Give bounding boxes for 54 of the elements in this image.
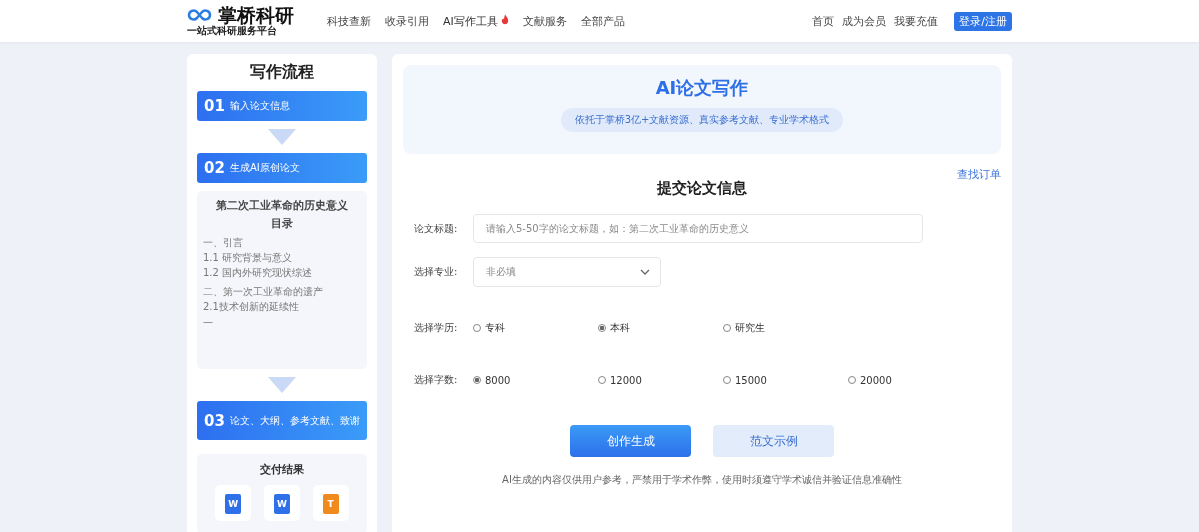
nav-link[interactable]: 文献服务 — [522, 13, 567, 29]
step-label: 论文、大纲、参考文献、致谢 — [229, 414, 360, 427]
step-number: 03 — [204, 411, 225, 430]
radio-option[interactable]: 15000 — [723, 374, 848, 386]
step-label: 生成AI原创论文 — [229, 162, 300, 174]
header-link[interactable]: 成为会员 — [842, 13, 887, 29]
login-button[interactable]: 登录/注册 — [954, 11, 1012, 31]
hero-subtitle: 依托于掌桥3亿+文献资源、真实参考文献、专业学术格式 — [560, 108, 844, 132]
find-order-link[interactable]: 查找订单 — [957, 167, 1001, 182]
outline-line: 1.2 国内外研究现状综述 — [203, 266, 314, 280]
file-icon: W — [225, 494, 242, 514]
nav-link[interactable]: 收录引用 — [385, 13, 429, 29]
form-title: 提交论文信息 — [656, 179, 748, 198]
major-select[interactable]: 非必填 — [473, 257, 661, 287]
step-number: 01 — [204, 97, 225, 115]
field-label: 选择字数: — [414, 373, 459, 387]
sidebar-title: 写作流程 — [250, 62, 314, 83]
sample-button[interactable]: 范文示例 — [713, 425, 834, 457]
radio-option[interactable]: 本科 — [598, 321, 723, 335]
slogan: 一站式科研服务平台 — [187, 25, 277, 37]
radio-option[interactable]: 8000 — [473, 374, 598, 386]
file-icon: T — [322, 494, 339, 514]
down-arrow-icon — [268, 377, 296, 393]
file-icon: W — [274, 494, 290, 514]
logo-text[interactable]: 掌桥科研 — [218, 5, 294, 25]
title-input-field[interactable]: 请输入5-50字的论文标题，如：第二次工业革命的历史意义 — [473, 214, 923, 243]
field-label: 选择专业: — [414, 265, 459, 279]
hero-title: AI论文写作 — [655, 76, 749, 100]
nav-link[interactable]: 全部产品 — [580, 13, 625, 29]
nav-link[interactable]: 科技查新 — [327, 13, 371, 29]
disclaimer-text: AI生成的内容仅供用户参考，严禁用于学术作弊，使用时须遵守学术诚信并验证信息准确性 — [501, 473, 903, 487]
radio-option[interactable]: 12000 — [598, 374, 723, 386]
outline-title: 第二次工业革命的历史意义 — [215, 199, 349, 213]
radio-option[interactable]: 专科 — [473, 321, 598, 335]
outline-line: 二、第一次工业革命的遗产 — [203, 285, 324, 299]
outline-line: 一、引言 — [203, 236, 244, 250]
header-link[interactable]: 我要充值 — [894, 13, 939, 29]
field-label: 论文标题: — [414, 221, 459, 236]
outline-heading: 目录 — [270, 217, 294, 231]
delivery-title: 交付结果 — [259, 462, 305, 477]
flame-icon — [500, 13, 509, 25]
radio-option[interactable]: 研究生 — [723, 321, 848, 335]
chevron-down-icon — [640, 269, 650, 275]
down-arrow-icon — [268, 129, 296, 145]
step-number: 02 — [204, 159, 225, 177]
generate-button[interactable]: 创作生成 — [570, 425, 691, 457]
field-label: 选择学历: — [414, 321, 459, 335]
outline-line: 2.1技术创新的延续性 — [203, 300, 300, 314]
outline-line: 1.1 研究背景与意义 — [203, 251, 294, 265]
outline-line: — — [203, 315, 214, 329]
nav-link[interactable]: AI写作工具 — [443, 13, 509, 29]
header-link[interactable]: 首页 — [812, 13, 835, 29]
step-label: 输入论文信息 — [229, 100, 290, 112]
radio-option[interactable]: 20000 — [848, 374, 973, 386]
